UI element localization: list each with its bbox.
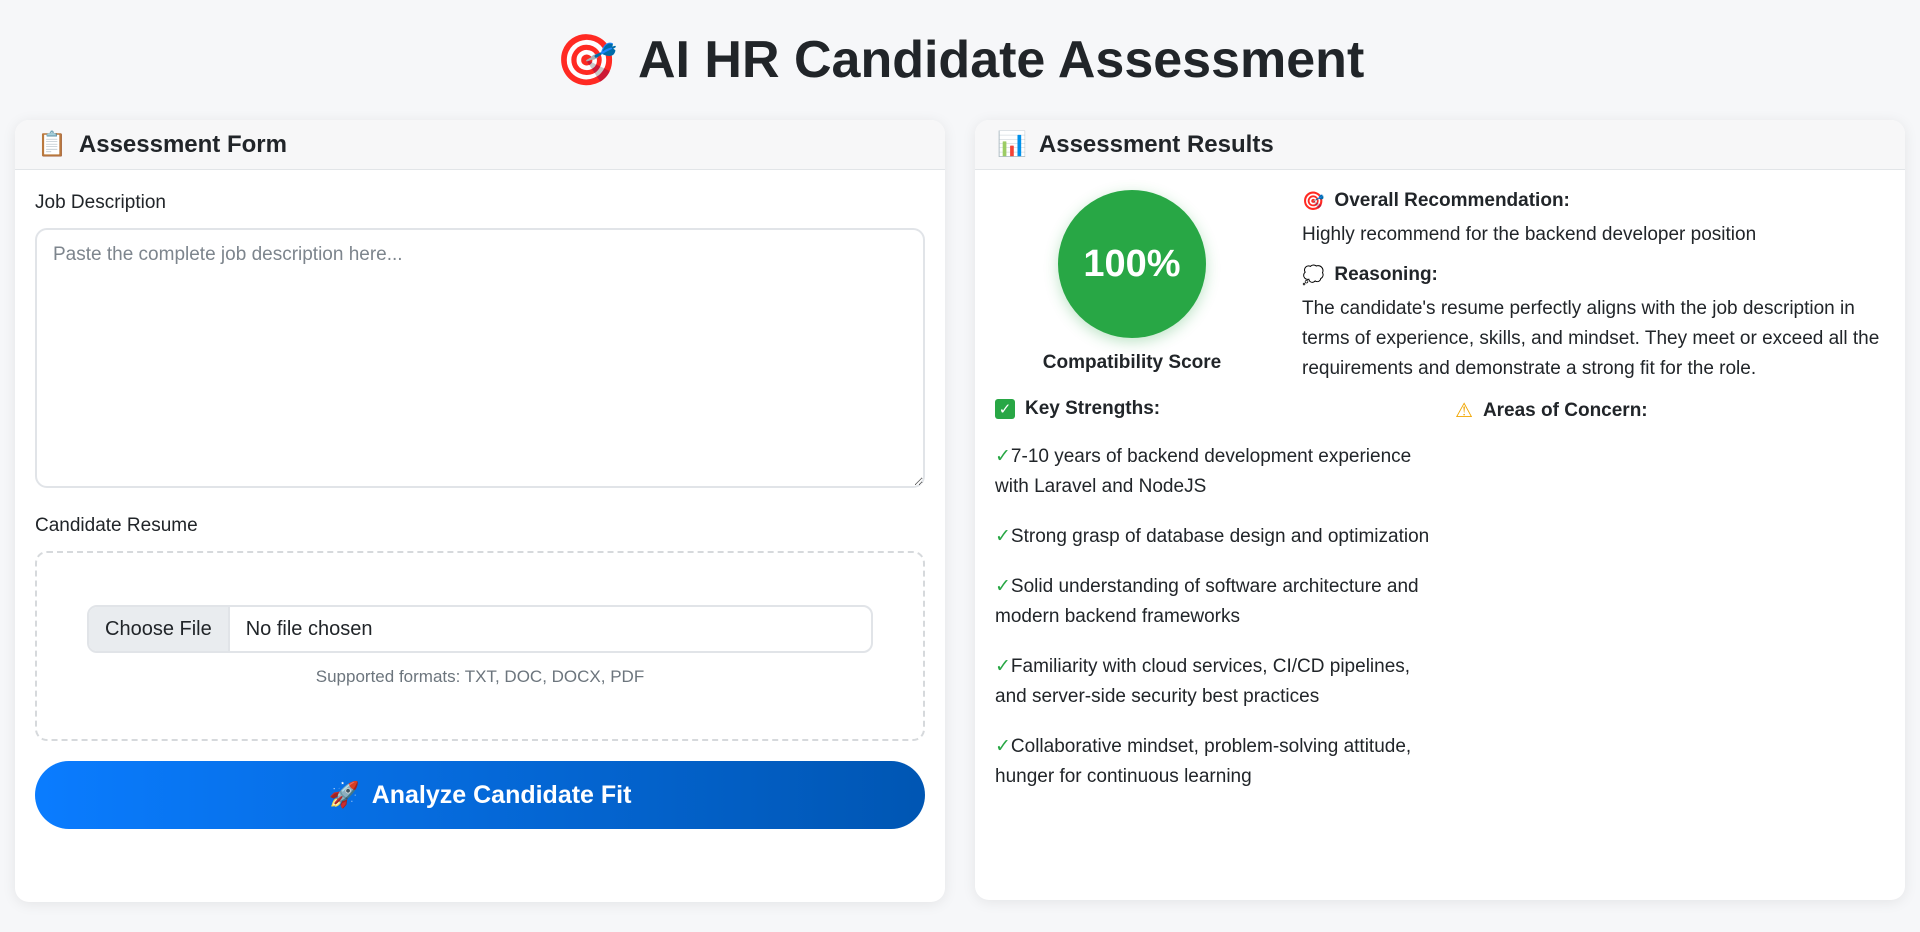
clipboard-icon: 📋 [37,131,67,158]
list-item: ✓Familiarity with cloud services, CI/CD … [995,652,1435,712]
assessment-form-body: Job Description Candidate Resume Choose … [15,170,945,851]
list-item: ✓Strong grasp of database design and opt… [995,522,1435,552]
compatibility-score-circle: 100% [1058,190,1206,338]
resume-dropzone[interactable]: Choose File No file chosen Supported for… [35,551,925,741]
job-description-input[interactable] [35,228,925,488]
assessment-results-title: Assessment Results [1038,130,1274,158]
areas-of-concern-heading: ⚠ Areas of Concern: [1455,398,1875,423]
resume-label: Candidate Resume [35,515,198,536]
page-title-text: AI HR Candidate Assessment [637,31,1365,89]
recommendation-block: 🎯 Overall Recommendation: Highly recomme… [1302,190,1892,384]
key-strengths-heading: ✓ Key Strengths: [995,398,1435,420]
analyze-button[interactable]: 🚀 Analyze Candidate Fit [35,761,925,829]
checkmark-icon: ✓ [995,736,1011,757]
key-strengths-heading-text: Key Strengths: [1025,398,1161,419]
reasoning-text: The candidate's resume perfectly aligns … [1302,298,1880,379]
warning-icon: ⚠ [1455,400,1473,422]
assessment-form-header: 📋 Assessment Form [15,120,945,170]
strength-text: Solid understanding of software architec… [995,576,1419,627]
assessment-results-header: 📊 Assessment Results [975,120,1905,170]
strength-text: Familiarity with cloud services, CI/CD p… [995,656,1411,707]
check-box-icon: ✓ [995,399,1015,419]
recommendation-heading: 🎯 Overall Recommendation: [1302,190,1892,212]
strengths-list: ✓7-10 years of backend development exper… [995,442,1435,792]
choose-file-button[interactable]: Choose File [89,607,230,651]
key-strengths-section: ✓ Key Strengths: ✓7-10 years of backend … [995,398,1435,812]
checkmark-icon: ✓ [995,526,1011,547]
list-item: ✓Collaborative mindset, problem-solving … [995,732,1435,792]
areas-of-concern-section: ⚠ Areas of Concern: [1455,398,1875,423]
page-title: 🎯 AI HR Candidate Assessment [0,30,1920,90]
checkmark-icon: ✓ [995,576,1011,597]
strength-text: Collaborative mindset, problem-solving a… [995,736,1412,787]
target-icon: 🎯 [1302,190,1325,211]
bar-chart-icon: 📊 [997,131,1027,158]
thought-bubble-icon: 💭 [1302,264,1325,285]
target-icon: 🎯 [555,31,618,88]
analyze-button-label: Analyze Candidate Fit [371,780,632,809]
reasoning-heading-text: Reasoning: [1334,264,1438,285]
assessment-form-card: 📋 Assessment Form Job Description Candid… [15,120,945,902]
assessment-results-card: 📊 Assessment Results 100% Compatibility … [975,120,1905,900]
reasoning-heading: 💭 Reasoning: [1302,264,1892,286]
compatibility-score-label: Compatibility Score [1042,352,1222,373]
checkmark-icon: ✓ [995,656,1011,677]
areas-of-concern-heading-text: Areas of Concern: [1482,399,1648,421]
supported-formats-hint: Supported formats: TXT, DOC, DOCX, PDF [315,667,645,686]
recommendation-text: Highly recommend for the backend develop… [1302,224,1757,245]
job-description-label: Job Description [35,192,166,213]
rocket-icon: 🚀 [328,780,360,809]
checkmark-icon: ✓ [995,446,1011,467]
file-status: No file chosen [245,617,373,640]
strength-text: Strong grasp of database design and opti… [1010,526,1430,547]
assessment-form-title: Assessment Form [78,130,287,158]
assessment-results-body: 100% Compatibility Score 🎯 Overall Recom… [975,170,1905,900]
recommendation-heading-text: Overall Recommendation: [1334,190,1570,211]
strength-text: 7-10 years of backend development experi… [995,446,1412,497]
list-item: ✓Solid understanding of software archite… [995,572,1435,632]
resume-file-input[interactable]: Choose File No file chosen [87,605,873,653]
list-item: ✓7-10 years of backend development exper… [995,442,1435,502]
